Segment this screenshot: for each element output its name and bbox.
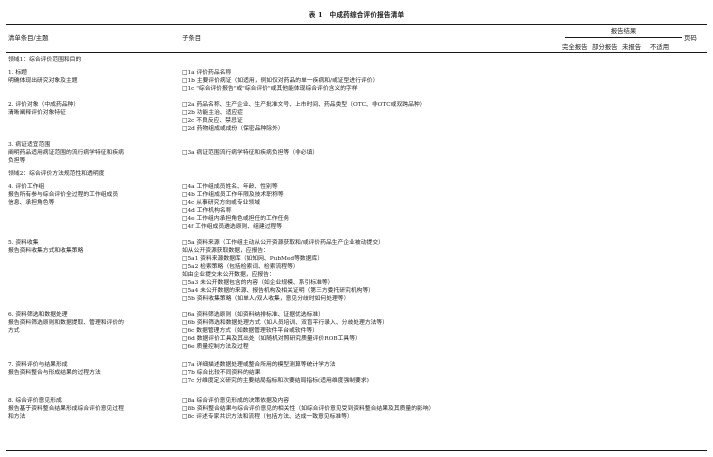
header-col2: 子条目 [182,34,202,42]
header-not-applicable: 不适用 [650,43,670,51]
item6-sub-e: □6e 质量控制方法及过程 [182,344,249,350]
item6-desc-2: 方式 [8,328,20,334]
domain2-label: 领域2：综合评价方法规范性和透明度 [8,171,105,177]
item7-title: 7. 资料评价与结果形成 [8,362,68,368]
item2-desc: 清晰阐释评价对象特征 [8,110,66,116]
header-rule [6,52,707,53]
item4-sub-c: □4c 从事研究方向或专业领域 [182,200,261,206]
item5-sub-3: □5a1 资料来源数据库（如知网、PubMed等数据库） [182,256,324,262]
domain1-label: 领域1：综合评价范围和目的 [8,57,82,63]
item4-title: 4. 评价工作组 [8,184,45,190]
item6-sub-b: □6b 资料筛选和数据处理方式（如人员培训、双盲平行录入、分歧处理方法等） [182,320,389,326]
item2-sub-a: □2a 药品名称、生产企业、生产批准文号、上市时间、药品类型（OTC、非OTC或… [182,102,426,108]
item4-sub-f: □4f 工作组成员遴选原则、组建过程等 [182,224,283,230]
table-title: 表 1 中成药综合评价报告清单 [308,11,405,19]
header-subrule [565,37,682,38]
item7-sub-c: □7c 分维度定义研究的主要结局指标和次要结局指标(适用维度强制要求) [182,378,369,384]
item6-sub-d: □6d 数据评价工具及其出处（如随机对照研究质量评价ROB工具等） [182,336,361,342]
item8-sub-c: □8c 评述专家共识方法和流程（包括方法、达成一致意见标准等） [182,414,353,420]
item6-sub-a: □6a 资料筛选原则（如资料纳排标准、证据优选标准） [182,312,324,318]
item5-desc: 报告资料收集方式和收集策略 [8,248,84,254]
item3-sub-a: □3a 病证范围流行病学特征和疾病负担等（非必填） [182,150,319,156]
item4-sub-b: □4b 工作组成员工作年限及技术职称等 [182,192,284,198]
item7-sub-b: □7b 综合比较不同资料的结果 [182,370,261,376]
item4-sub-a: □4a 工作组成员姓名、年龄、性别等 [182,184,278,190]
item5-sub-2: 如从公开资源获取数据，应报告： [182,248,269,254]
item8-desc-2: 和方法 [8,414,26,420]
header-not-reported: 未报告 [622,43,642,51]
bottom-rule [6,450,707,452]
top-rule [6,24,707,26]
item6-desc-1: 报告资料筛选原则和数据提取、管理和评价的 [8,320,124,326]
item3-desc-2: 负担等 [8,158,26,164]
item5-sub-8: □5b 资料收集策略（如单人/双人收集，意见分歧时如何处理等） [182,296,350,302]
item4-sub-d: □4d 工作机构名称 [182,208,232,214]
item4-desc-1: 报告所有参与综合评价全过程的工作组成员 [8,192,119,198]
item1-sub-c: □1c "综合评价报告"或"综合评价"或其他能体现综合评价含义的字样 [182,86,358,92]
header-partial-report: 部分报告 [592,43,618,51]
item5-sub-7: □5a4 未公开数据的来源、报告机构及相关证明（第三方委托研究机构等） [182,288,375,294]
item4-desc-2: 信息、承担角色等 [8,200,55,206]
item2-sub-c: □2c 不良反应、禁忌证 [182,118,243,124]
item5-sub-1: □5a 资料来源（工作组主动从公开资源获取和/或评价药品生产企业被动提交） [182,240,384,246]
item1-title: 1. 标题 [8,70,27,76]
item7-sub-a: □7a 详细描述数据处理或整合所用的模型测算等统计学方法 [182,362,336,368]
header-report-result: 报告结果 [610,27,637,35]
header-full-report: 完全报告 [562,43,588,51]
item8-desc-1: 报告基于资料整合结果形成综合评价意见过程 [8,406,124,412]
item2-title: 2. 评价对象（中成药品种） [8,102,80,108]
header-col1: 清单条目/主题 [8,34,49,42]
item1-sub-b: □1b 主要评价病证（如适用，例如仅对药品的单一疾病和/或证型进行评价） [182,78,379,84]
item3-title: 3. 病证适宜范围 [8,142,51,148]
item2-sub-d: □2d 药物组成或成份（保密品种除外） [182,126,284,132]
item6-sub-c: □6c 数据管理方式（如数据管理软件平台或软件等） [182,328,318,334]
item7-desc: 报告资料整合与形成结果的过程方法 [8,370,101,376]
item8-title: 8. 综合评价意见形成 [8,398,62,404]
item5-title: 5. 资料收集 [8,240,39,246]
item3-desc-1: 阐明药品适用病证范围的流行病学特征和疾病 [8,150,124,156]
item2-sub-b: □2b 功能主治、适应症 [182,110,244,116]
item5-sub-4: □5a2 检索策略（包括检索词、检索流程等） [182,264,299,270]
item1-desc: 明确体现出研究对象及主题 [8,78,78,84]
item1-sub-a: □1a 评价药品名称 [182,70,232,76]
item5-sub-6: □5a3 未公开数据包含的内容（如企业规模、系引标准等） [182,280,334,286]
item8-sub-b: □8b 资料整合结果与综合评价意见的相关性（如综合评价意见受到资料整合结果及其质… [182,406,435,412]
header-page: 页码 [684,34,697,42]
item8-sub-a: □8a 综合评价意见形成的决策依据及内容 [182,398,290,404]
item6-title: 6. 资料筛选和数据处理 [8,312,68,318]
item5-sub-5: 如由企业提交未公开数据，应报告： [182,272,275,278]
item4-sub-e: □4e 工作组内承担角色或担任的工作任务 [182,216,290,222]
